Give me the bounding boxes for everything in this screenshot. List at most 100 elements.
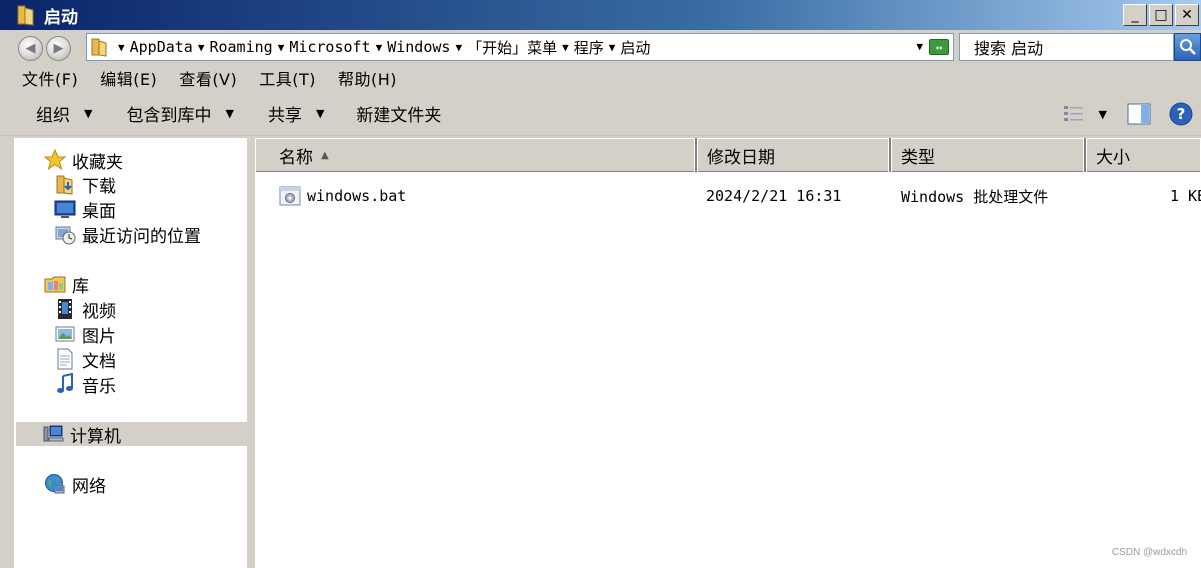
include-library-label: 包含到库中 <box>126 106 212 126</box>
nav-computer-label: 计算机 <box>70 426 121 447</box>
star-icon <box>44 149 66 171</box>
menu-bar: 文件(F) 编辑(E) 查看(V) 工具(T) 帮助(H) <box>0 64 1201 92</box>
preview-pane-icon[interactable] <box>1127 103 1151 125</box>
breadcrumb-start-menu[interactable]: 「开始」菜单 <box>467 37 557 58</box>
svg-text:?: ? <box>1177 105 1186 123</box>
address-history-dropdown[interactable]: ▼ <box>916 40 923 53</box>
breadcrumb-chevron-icon[interactable]: ▼ <box>118 41 125 54</box>
minimize-button[interactable]: _ <box>1123 4 1147 26</box>
breadcrumb-programs[interactable]: 程序 <box>574 37 604 58</box>
file-modified: 2024/2/21 16:31 <box>706 187 842 205</box>
file-type: Windows 批处理文件 <box>901 187 1049 206</box>
nav-desktop-label: 桌面 <box>82 201 116 222</box>
network-globe-icon <box>44 473 66 495</box>
forward-button[interactable]: ▶ <box>46 36 71 61</box>
nav-recent-places[interactable]: 最近访问的位置 <box>54 222 201 247</box>
organize-button[interactable]: 组织 ▼ <box>36 94 92 134</box>
breadcrumb-microsoft[interactable]: Microsoft <box>289 38 370 56</box>
nav-documents-label: 文档 <box>82 351 116 372</box>
chevron-down-icon: ▼ <box>225 107 234 120</box>
pictures-icon <box>54 323 76 345</box>
nav-network-label: 网络 <box>72 476 106 497</box>
file-size: 1 KB <box>1170 187 1201 205</box>
magnifier-icon <box>1179 39 1196 55</box>
column-header-name[interactable]: 名称 ▲ <box>255 138 697 172</box>
menu-help[interactable]: 帮助(H) <box>338 66 397 90</box>
folder-icon <box>91 37 109 57</box>
nav-documents[interactable]: 文档 <box>54 347 116 372</box>
nav-videos[interactable]: 视频 <box>54 297 116 322</box>
navigation-pane[interactable]: 收藏夹 下载 桌面 最近访问的位置 库 视频 图片 文档 音乐 计算机 网络 <box>14 138 250 568</box>
column-header-type[interactable]: 类型 <box>891 138 1086 172</box>
file-list-pane[interactable]: 名称 ▲ 修改日期 类型 大小 windows.bat 2024/2/21 16… <box>255 138 1201 568</box>
menu-file[interactable]: 文件(F) <box>22 66 78 90</box>
breadcrumb-chevron-icon[interactable]: ▼ <box>278 41 285 54</box>
search-button[interactable] <box>1174 33 1201 61</box>
address-row: ◀ ▶ ▼ AppData ▼ Roaming ▼ Microsoft ▼ Wi… <box>0 30 1201 64</box>
title-bar[interactable]: 启动 _ □ ✕ <box>0 0 1201 30</box>
nav-libraries-label: 库 <box>72 276 89 297</box>
breadcrumb-chevron-icon[interactable]: ▼ <box>376 41 383 54</box>
downloads-folder-icon <box>54 173 76 195</box>
arrow-left-icon: ◀ <box>25 41 36 56</box>
nav-recent-label: 最近访问的位置 <box>82 226 201 247</box>
nav-network[interactable]: 网络 <box>44 472 106 497</box>
nav-videos-label: 视频 <box>82 301 116 322</box>
organize-label: 组织 <box>36 106 70 126</box>
breadcrumb-roaming[interactable]: Roaming <box>209 38 272 56</box>
desktop-icon <box>54 198 76 220</box>
breadcrumb-startup[interactable]: 启动 <box>620 37 650 58</box>
computer-icon <box>42 423 64 445</box>
column-header-row: 名称 ▲ 修改日期 类型 大小 <box>255 138 1201 172</box>
nav-music[interactable]: 音乐 <box>54 372 116 397</box>
window-title: 启动 <box>44 7 78 28</box>
view-details-icon[interactable] <box>1063 104 1085 124</box>
file-row[interactable]: windows.bat 2024/2/21 16:31 Windows 批处理文… <box>255 182 1201 210</box>
new-folder-label: 新建文件夹 <box>356 106 442 126</box>
breadcrumb-chevron-icon[interactable]: ▼ <box>562 41 569 54</box>
include-library-button[interactable]: 包含到库中 ▼ <box>126 94 233 134</box>
batch-file-gear-icon <box>279 185 301 207</box>
column-header-size[interactable]: 大小 <box>1086 138 1201 172</box>
nav-libraries[interactable]: 库 <box>44 272 89 297</box>
column-modified-label: 修改日期 <box>707 147 775 168</box>
menu-edit[interactable]: 编辑(E) <box>100 66 157 90</box>
share-button[interactable]: 共享 ▼ <box>268 94 324 134</box>
search-input[interactable]: 搜索 启动 <box>959 33 1174 61</box>
nav-computer[interactable]: 计算机 <box>16 422 250 447</box>
breadcrumb-appdata[interactable]: AppData <box>130 38 193 56</box>
menu-view[interactable]: 查看(V) <box>179 66 237 90</box>
nav-pictures[interactable]: 图片 <box>54 322 116 347</box>
nav-downloads[interactable]: 下载 <box>54 172 116 197</box>
documents-icon <box>54 348 76 370</box>
new-folder-button[interactable]: 新建文件夹 <box>356 94 441 134</box>
breadcrumb-chevron-icon[interactable]: ▼ <box>198 41 205 54</box>
breadcrumb-chevron-icon[interactable]: ▼ <box>609 41 616 54</box>
watermark: CSDN @wdxcdh <box>1111 547 1187 558</box>
menu-tools[interactable]: 工具(T) <box>259 66 316 90</box>
back-button[interactable]: ◀ <box>18 36 43 61</box>
file-name-cell[interactable]: windows.bat <box>279 182 406 210</box>
column-header-modified[interactable]: 修改日期 <box>697 138 891 172</box>
video-icon <box>54 298 76 320</box>
nav-music-label: 音乐 <box>82 376 116 397</box>
view-options-chevron-icon[interactable]: ▼ <box>1099 108 1107 121</box>
maximize-button[interactable]: □ <box>1149 4 1173 26</box>
address-bar[interactable]: ▼ AppData ▼ Roaming ▼ Microsoft ▼ Window… <box>86 33 954 61</box>
nav-favorites-label: 收藏夹 <box>72 152 123 173</box>
chevron-down-icon: ▼ <box>84 107 93 120</box>
nav-pictures-label: 图片 <box>82 326 116 347</box>
command-bar: 组织 ▼ 包含到库中 ▼ 共享 ▼ 新建文件夹 ▼ ? <box>0 92 1201 136</box>
share-label: 共享 <box>267 106 302 126</box>
sort-ascending-icon: ▲ <box>321 149 329 161</box>
refresh-icon[interactable]: ↔ <box>929 39 949 55</box>
nav-desktop[interactable]: 桌面 <box>54 197 116 222</box>
folder-icon <box>16 4 36 26</box>
libraries-icon <box>44 273 66 295</box>
close-button[interactable]: ✕ <box>1175 4 1199 26</box>
breadcrumb-chevron-icon[interactable]: ▼ <box>455 41 462 54</box>
help-icon[interactable]: ? <box>1169 102 1193 126</box>
file-name: windows.bat <box>307 187 407 205</box>
breadcrumb-windows[interactable]: Windows <box>387 38 450 56</box>
nav-favorites[interactable]: 收藏夹 <box>44 148 123 173</box>
